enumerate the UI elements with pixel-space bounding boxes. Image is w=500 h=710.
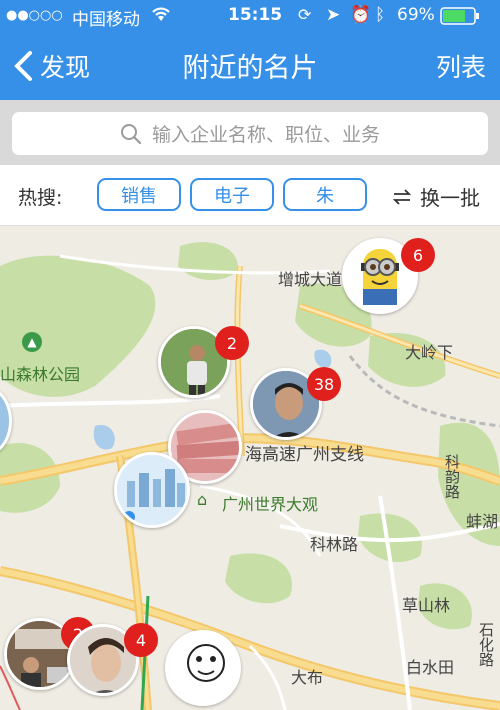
map-label: 蚌湖 bbox=[466, 512, 499, 531]
hot-search-bar: 热搜: 销售 电子 朱 换一批 bbox=[0, 165, 500, 226]
card-pin-city[interactable] bbox=[114, 452, 190, 528]
status-bar: ●●○○○ 中国移动 15:15 ⟳ ➤ ⏰ ᛒ 69% bbox=[0, 0, 500, 30]
map-label: 白水田 bbox=[406, 658, 455, 677]
refresh-button[interactable]: 换一批 bbox=[392, 182, 480, 211]
map-label: 石化路 bbox=[477, 622, 495, 667]
count-badge: 6 bbox=[401, 238, 435, 272]
map-label: 大岭下 bbox=[405, 343, 454, 362]
map-label: 大布 bbox=[291, 668, 324, 687]
search-icon bbox=[120, 123, 142, 144]
bluetooth-icon: ᛒ bbox=[375, 5, 386, 25]
alarm-icon: ⏰ bbox=[350, 5, 372, 25]
search-input[interactable]: 输入企业名称、职位、业务 bbox=[12, 112, 488, 155]
map-label: 广州世界大观 bbox=[222, 495, 319, 514]
landmark-poi-icon: ⌂ bbox=[197, 490, 208, 509]
map-label: 海高速广州支线 bbox=[245, 445, 364, 465]
nav-bar: 发现 附近的名片 列表 bbox=[0, 30, 500, 100]
park-poi-icon: ▲ bbox=[22, 332, 42, 352]
map-label: 科林路 bbox=[310, 535, 359, 554]
list-button[interactable]: 列表 bbox=[436, 48, 486, 84]
location-icon: ➤ bbox=[326, 5, 341, 25]
chevron-left-icon bbox=[14, 51, 32, 81]
search-placeholder: 输入企业名称、职位、业务 bbox=[151, 124, 380, 146]
card-pin-meme[interactable] bbox=[165, 630, 241, 706]
carrier-label: 中国移动 bbox=[72, 10, 140, 30]
clock: 15:15 bbox=[228, 5, 283, 25]
wifi-icon bbox=[150, 5, 172, 28]
back-button[interactable]: 发现 bbox=[12, 48, 90, 84]
map-label: 增城大道 bbox=[278, 270, 343, 289]
map-label: 山森林公园 bbox=[0, 365, 81, 384]
search-area: 输入企业名称、职位、业务 bbox=[0, 100, 500, 165]
hot-tag-sales[interactable]: 销售 bbox=[97, 178, 181, 211]
battery-icon bbox=[440, 7, 480, 30]
map-label: 科韵路 bbox=[443, 454, 461, 499]
hot-tag-zhu[interactable]: 朱 bbox=[283, 178, 367, 211]
signal-indicator: ●●○○○ bbox=[6, 8, 63, 23]
map-label: 草山林 bbox=[402, 596, 451, 615]
hot-tag-electronics[interactable]: 电子 bbox=[190, 178, 274, 211]
map-view[interactable]: 增城大道 大岭下 山森林公园 海高速广州支线 广州世界大观 科韵路 科林路 蚌湖… bbox=[0, 226, 500, 710]
count-badge: 2 bbox=[215, 326, 249, 360]
back-label: 发现 bbox=[40, 53, 91, 82]
hot-search-label: 热搜: bbox=[18, 187, 63, 209]
rotation-lock-icon: ⟳ bbox=[298, 5, 312, 24]
count-badge: 38 bbox=[307, 367, 341, 401]
refresh-label: 换一批 bbox=[420, 186, 480, 210]
battery-percent: 69% bbox=[397, 5, 435, 25]
count-badge: 4 bbox=[124, 623, 158, 657]
swap-arrows-icon bbox=[392, 188, 412, 205]
